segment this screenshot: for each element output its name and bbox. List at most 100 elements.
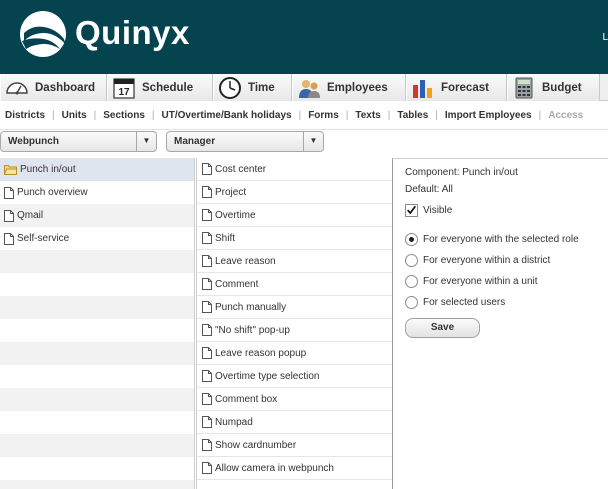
list-item-label: Allow camera in webpunch [215,462,334,474]
empty-row [0,273,194,296]
list-item[interactable]: Leave reason popup [197,342,392,365]
settings-subnav: Districts | Units | Sections | UT/Overtime/… [0,102,608,130]
document-icon [202,278,212,290]
radio-label: For everyone within a district [423,255,551,266]
tab-label: Budget [542,81,582,94]
document-icon [202,462,212,474]
element-list: Cost center Project Overtime Shift Leave… [196,158,393,489]
header-user-link[interactable]: L [602,32,608,43]
visible-label: Visible [423,205,453,216]
main-nav: Dashboard 17 Schedule Time Employees For… [0,74,608,101]
radio-dot [409,237,414,242]
quinyx-logo-icon [20,11,66,57]
list-item[interactable]: Leave reason [197,250,392,273]
calendar-day-number: 17 [118,87,130,98]
people-icon [299,79,320,98]
settings-panel: Component: Punch in/out Default: All Vis… [394,158,608,489]
list-item[interactable]: Overtime type selection [197,365,392,388]
role-select[interactable]: Manager ▼ [166,131,324,152]
list-item[interactable]: Numpad [197,411,392,434]
subnav-texts[interactable]: Texts [355,110,380,121]
list-item-label: "No shift" pop-up [215,324,290,336]
module-select[interactable]: Webpunch ▼ [0,131,157,152]
list-item-label: Overtime type selection [215,370,320,382]
list-item-label: Punch in/out [20,164,76,175]
tab-time[interactable]: Time [213,74,292,101]
component-name: Component: Punch in/out [405,167,518,178]
document-icon [202,186,212,198]
list-item[interactable]: Overtime [197,204,392,227]
save-button[interactable]: Save [405,318,480,338]
empty-row [0,388,194,411]
list-item-label: Leave reason [215,255,276,267]
logo-text: Quinyx [75,14,190,51]
list-item[interactable]: Allow camera in webpunch [197,457,392,480]
list-item-label: Overtime [215,209,256,221]
list-item-qmail[interactable]: Qmail [0,204,194,227]
list-item-punch-in-out[interactable]: Punch in/out [0,158,194,181]
list-item[interactable]: Show cardnumber [197,434,392,457]
document-icon [4,232,14,245]
list-item[interactable]: Project [197,181,392,204]
document-icon [4,186,14,199]
list-item[interactable]: Cost center [197,158,392,181]
empty-row [0,296,194,319]
subnav-units[interactable]: Units [62,110,87,121]
document-icon [202,370,212,382]
list-item[interactable]: Shift [197,227,392,250]
list-item-label: Project [215,186,247,198]
dashboard-gauge-icon [6,81,28,94]
role-select-value: Manager [174,136,216,147]
subnav-ut-overtime[interactable]: UT/Overtime/Bank holidays [162,110,292,121]
list-item-label: Numpad [215,416,253,428]
document-icon [202,232,212,244]
empty-row [0,319,194,342]
empty-row [0,342,194,365]
empty-row [0,411,194,434]
document-icon [202,324,212,336]
tab-employees[interactable]: Employees [292,74,406,101]
document-icon [202,347,212,359]
radio-selected-role[interactable] [405,233,418,246]
visible-checkbox[interactable] [405,204,418,217]
empty-row [0,457,194,480]
tab-forecast[interactable]: Forecast [406,74,507,101]
subnav-districts[interactable]: Districts [5,110,45,121]
document-icon [202,301,212,313]
tab-dashboard[interactable]: Dashboard [0,74,107,101]
list-item-label: Qmail [17,210,44,221]
chevron-down-icon: ▼ [136,132,156,151]
radio-unit[interactable] [405,275,418,288]
list-item-label: Comment box [215,393,278,405]
list-item[interactable]: Comment box [197,388,392,411]
default-value: Default: All [405,184,453,195]
list-item-label: Show cardnumber [215,439,297,451]
subnav-tables[interactable]: Tables [397,110,428,121]
tab-label: Time [248,81,275,94]
list-item-self-service[interactable]: Self-service [0,227,194,250]
subnav-import-employees[interactable]: Import Employees [445,110,532,121]
checkmark-icon [407,205,416,215]
empty-row [0,434,194,457]
list-item[interactable]: "No shift" pop-up [197,319,392,342]
subnav-forms[interactable]: Forms [308,110,339,121]
subnav-access[interactable]: Access [548,110,583,121]
list-item-label: Punch overview [17,187,88,198]
list-item[interactable]: Punch manually [197,296,392,319]
radio-label: For everyone within a unit [423,276,538,287]
subnav-sections[interactable]: Sections [103,110,145,121]
tab-budget[interactable]: Budget [507,74,600,101]
list-item-label: Punch manually [215,301,287,313]
tab-schedule[interactable]: 17 Schedule [107,74,213,101]
radio-selected-users[interactable] [405,296,418,309]
radio-label: For selected users [423,297,506,308]
empty-row [0,250,194,273]
chevron-down-icon: ▼ [303,132,323,151]
document-icon [4,209,14,222]
empty-row [0,480,194,489]
list-item[interactable]: Comment [197,273,392,296]
radio-district[interactable] [405,254,418,267]
list-item-punch-overview[interactable]: Punch overview [0,181,194,204]
empty-row [0,365,194,388]
document-icon [202,163,212,175]
